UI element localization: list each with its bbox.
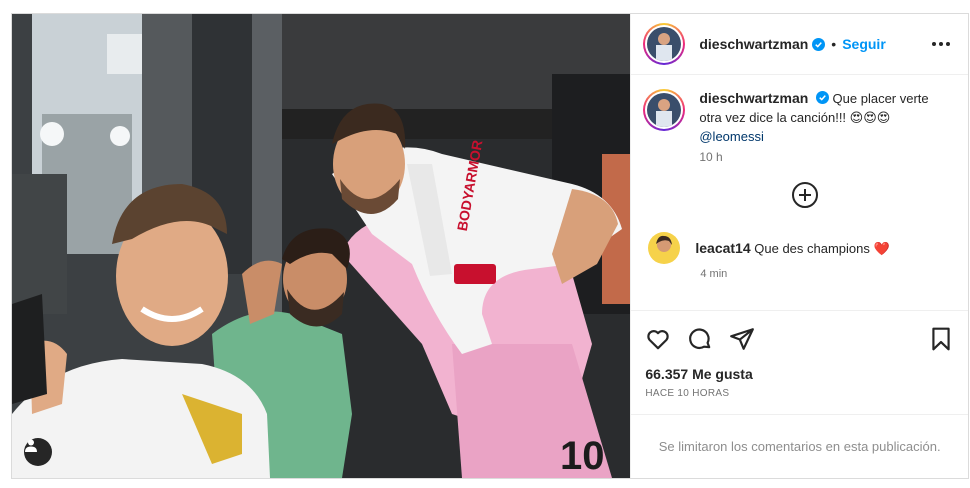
caption-text: dieschwartzman Que placer verte otra vez… — [699, 89, 939, 146]
caption-author-avatar[interactable] — [643, 89, 686, 131]
comment-icon[interactable] — [687, 326, 713, 352]
selfie-image: 10 BODYARMOR — [12, 14, 631, 478]
comment-text: Que des champions — [754, 240, 870, 256]
more-options-icon[interactable] — [928, 38, 954, 50]
comment-avatar[interactable] — [648, 232, 681, 264]
share-icon[interactable] — [729, 326, 755, 352]
load-more-comments-button[interactable] — [657, 182, 952, 208]
author-avatar[interactable] — [643, 23, 686, 65]
verified-badge-icon — [815, 91, 829, 104]
comment-time: 4 min — [700, 268, 728, 280]
likes-count[interactable]: 66.357 Me gusta — [645, 366, 954, 382]
comment-username[interactable]: leacat14 — [695, 240, 750, 256]
caption: dieschwartzman Que placer verte otra vez… — [643, 89, 952, 146]
post-header: dieschwartzman • Seguir — [631, 14, 968, 75]
caption-time: 10 h — [699, 150, 723, 164]
comment-emoji: ❤️ — [873, 240, 890, 256]
comment-item: leacat14 Que des champions ❤️ — [643, 232, 952, 264]
post-actions: 66.357 Me gusta HACE 10 HORAS — [631, 310, 968, 399]
tag-user-icon — [25, 439, 37, 452]
caption-mention[interactable]: @leomessi — [699, 129, 764, 144]
heart-icon[interactable] — [645, 326, 671, 352]
bookmark-icon[interactable] — [928, 326, 954, 352]
instagram-post: 10 BODYARMOR dieschwartzman • Seguir die… — [11, 13, 969, 479]
load-more-comments-icon — [791, 182, 818, 208]
comment-body: leacat14 Que des champions ❤️ — [695, 240, 889, 257]
post-photo[interactable]: 10 BODYARMOR — [12, 14, 631, 478]
caption-username[interactable]: dieschwartzman — [699, 90, 808, 106]
post-side-panel: dieschwartzman • Seguir dieschwartzman Q… — [630, 14, 968, 478]
follow-button[interactable]: Seguir — [842, 36, 886, 52]
svg-text:10: 10 — [560, 434, 605, 478]
verified-badge-icon — [812, 37, 826, 51]
comments-disabled-notice: Se limitaron los comentarios en esta pub… — [631, 414, 968, 478]
author-username[interactable]: dieschwartzman — [699, 36, 808, 52]
tag-user-button[interactable] — [24, 438, 52, 466]
comments-section: dieschwartzman Que placer verte otra vez… — [631, 75, 968, 310]
header-separator: • — [831, 36, 837, 52]
post-timestamp: HACE 10 HORAS — [645, 388, 730, 399]
